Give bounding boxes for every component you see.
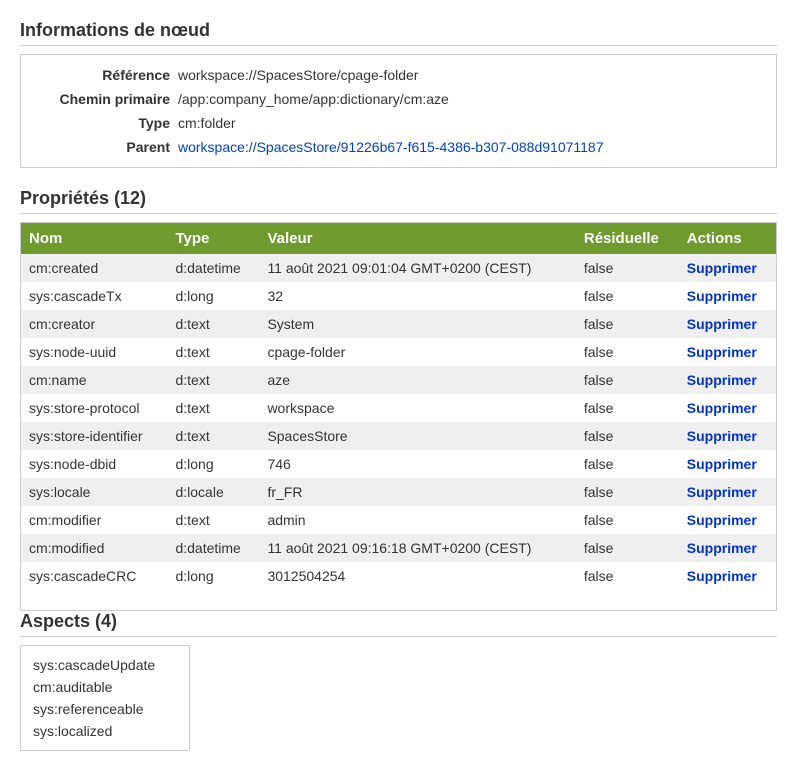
prop-name: cm:name: [21, 366, 167, 394]
aspect-item: cm:auditable: [33, 676, 177, 698]
prop-name: sys:cascadeCRC: [21, 562, 167, 590]
table-row: cm:modifierd:textadminfalse Supprimer: [21, 506, 776, 534]
table-row: cm:createdd:datetime11 août 2021 09:01:0…: [21, 254, 776, 282]
delete-link[interactable]: Supprimer: [687, 512, 757, 528]
prop-name: cm:creator: [21, 310, 167, 338]
primary-path-label: Chemin primaire: [33, 91, 178, 107]
prop-value: 11 août 2021 09:16:18 GMT+0200 (CEST): [259, 534, 575, 562]
prop-residual: false: [576, 366, 679, 394]
prop-type: d:datetime: [167, 534, 259, 562]
table-row: sys:node-uuidd:textcpage-folderfalse Supp…: [21, 338, 776, 366]
table-row: sys:cascadeTxd:long32false Supprimer: [21, 282, 776, 310]
prop-name: cm:created: [21, 254, 167, 282]
prop-value: System: [259, 310, 575, 338]
delete-link[interactable]: Supprimer: [687, 400, 757, 416]
properties-table: Nom Type Valeur Résiduelle Actions cm:cr…: [21, 223, 776, 590]
prop-residual: false: [576, 478, 679, 506]
primary-path-value: /app:company_home/app:dictionary/cm:aze: [178, 91, 764, 107]
prop-type: d:long: [167, 282, 259, 310]
prop-value: admin: [259, 506, 575, 534]
col-type: Type: [167, 223, 259, 254]
prop-name: sys:node-uuid: [21, 338, 167, 366]
prop-value: 32: [259, 282, 575, 310]
prop-name: sys:node-dbid: [21, 450, 167, 478]
prop-residual: false: [576, 562, 679, 590]
reference-value: workspace://SpacesStore/cpage-folder: [178, 67, 764, 83]
table-row: cm:modifiedd:datetime11 août 2021 09:16:…: [21, 534, 776, 562]
prop-residual: false: [576, 254, 679, 282]
prop-type: d:text: [167, 366, 259, 394]
aspect-item: sys:localized: [33, 720, 177, 742]
table-row: sys:node-dbidd:long746false Supprimer: [21, 450, 776, 478]
col-value: Valeur: [259, 223, 575, 254]
prop-type: d:text: [167, 338, 259, 366]
table-row: sys:cascadeCRCd:long3012504254false Suppr…: [21, 562, 776, 590]
prop-name: sys:cascadeTx: [21, 282, 167, 310]
table-row: cm:creatord:textSystemfalse Supprimer: [21, 310, 776, 338]
prop-type: d:datetime: [167, 254, 259, 282]
aspects-title: Aspects (4): [20, 611, 777, 637]
table-row: sys:localed:localefr_FRfalse Supprimer: [21, 478, 776, 506]
prop-residual: false: [576, 422, 679, 450]
prop-name: sys:store-protocol: [21, 394, 167, 422]
delete-link[interactable]: Supprimer: [687, 456, 757, 472]
prop-value: 11 août 2021 09:01:04 GMT+0200 (CEST): [259, 254, 575, 282]
delete-link[interactable]: Supprimer: [687, 260, 757, 276]
prop-type: d:locale: [167, 478, 259, 506]
node-info-box: Référence workspace://SpacesStore/cpage-…: [20, 54, 777, 168]
delete-link[interactable]: Supprimer: [687, 288, 757, 304]
aspect-item: sys:cascadeUpdate: [33, 654, 177, 676]
type-value: cm:folder: [178, 115, 764, 131]
delete-link[interactable]: Supprimer: [687, 568, 757, 584]
delete-link[interactable]: Supprimer: [687, 372, 757, 388]
node-info-title: Informations de nœud: [20, 20, 777, 46]
delete-link[interactable]: Supprimer: [687, 540, 757, 556]
parent-label: Parent: [33, 139, 178, 155]
col-name: Nom: [21, 223, 167, 254]
prop-type: d:text: [167, 506, 259, 534]
prop-type: d:text: [167, 422, 259, 450]
delete-link[interactable]: Supprimer: [687, 428, 757, 444]
table-row: sys:store-identifierd:textSpacesStorefal…: [21, 422, 776, 450]
delete-link[interactable]: Supprimer: [687, 484, 757, 500]
prop-type: d:text: [167, 310, 259, 338]
prop-value: fr_FR: [259, 478, 575, 506]
prop-type: d:long: [167, 450, 259, 478]
prop-residual: false: [576, 394, 679, 422]
table-row: cm:named:textazefalse Supprimer: [21, 366, 776, 394]
aspects-box: sys:cascadeUpdatecm:auditablesys:referen…: [20, 645, 190, 751]
aspect-item: sys:referenceable: [33, 698, 177, 720]
col-residual: Résiduelle: [576, 223, 679, 254]
delete-link[interactable]: Supprimer: [687, 344, 757, 360]
table-row: sys:store-protocold:textworkspacefalse Su…: [21, 394, 776, 422]
prop-name: sys:store-identifier: [21, 422, 167, 450]
prop-residual: false: [576, 310, 679, 338]
prop-value: cpage-folder: [259, 338, 575, 366]
prop-name: cm:modified: [21, 534, 167, 562]
prop-residual: false: [576, 450, 679, 478]
type-label: Type: [33, 115, 178, 131]
prop-residual: false: [576, 338, 679, 366]
prop-value: 3012504254: [259, 562, 575, 590]
prop-value: SpacesStore: [259, 422, 575, 450]
prop-type: d:text: [167, 394, 259, 422]
delete-link[interactable]: Supprimer: [687, 316, 757, 332]
prop-value: workspace: [259, 394, 575, 422]
prop-residual: false: [576, 534, 679, 562]
prop-name: cm:modifier: [21, 506, 167, 534]
prop-value: 746: [259, 450, 575, 478]
parent-link[interactable]: workspace://SpacesStore/91226b67-f615-43…: [178, 139, 604, 155]
prop-name: sys:locale: [21, 478, 167, 506]
prop-residual: false: [576, 282, 679, 310]
col-actions: Actions: [679, 223, 776, 254]
prop-value: aze: [259, 366, 575, 394]
prop-type: d:long: [167, 562, 259, 590]
properties-title: Propriétés (12): [20, 188, 777, 214]
reference-label: Référence: [33, 67, 178, 83]
prop-residual: false: [576, 506, 679, 534]
